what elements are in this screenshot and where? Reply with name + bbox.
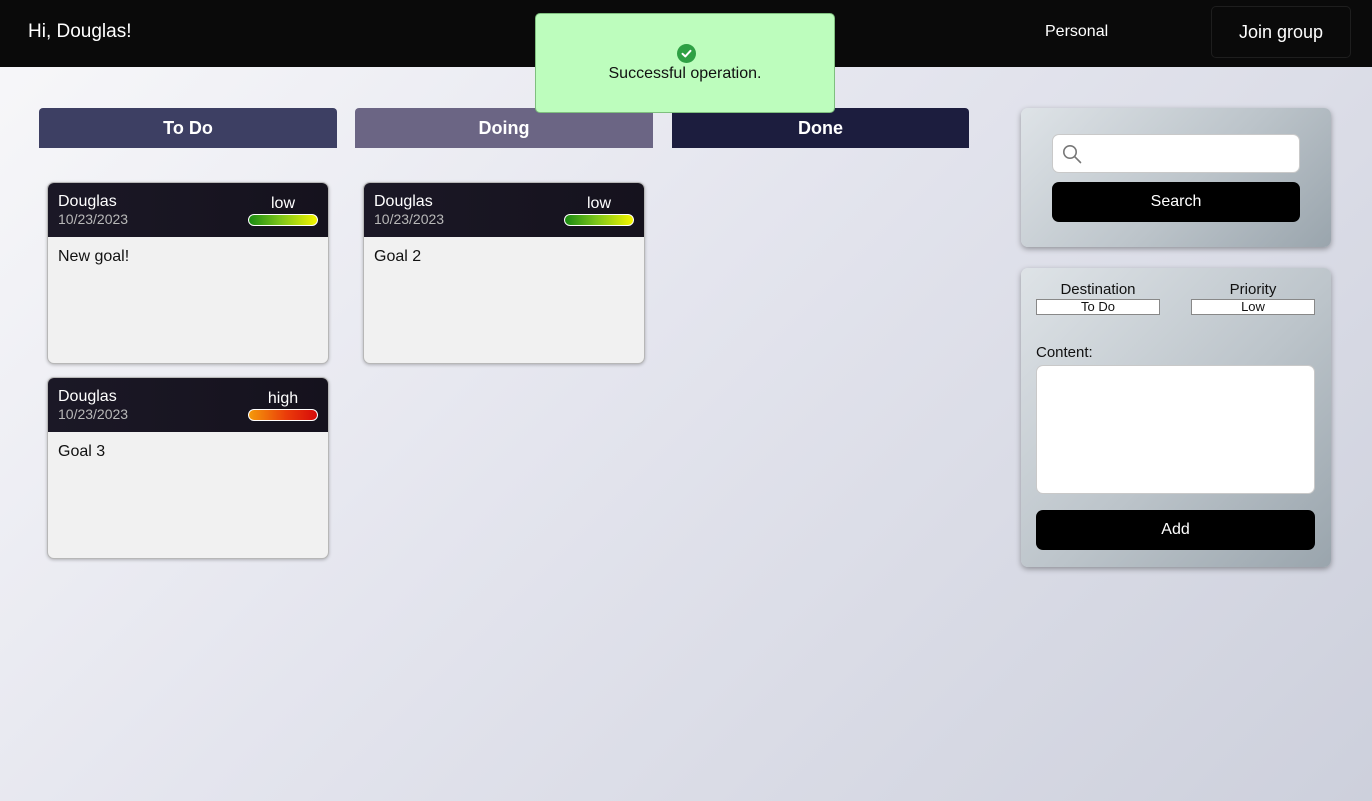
card-header: Douglas 10/23/2023 low bbox=[48, 183, 328, 237]
card-author: Douglas bbox=[58, 193, 117, 210]
column-header-done[interactable]: Done bbox=[672, 108, 969, 148]
card-content: Goal 3 bbox=[58, 443, 106, 460]
card-date: 10/23/2023 bbox=[58, 406, 129, 422]
priority-label: low bbox=[586, 195, 611, 212]
join-group-button[interactable]: Join group bbox=[1211, 6, 1351, 58]
card-author: Douglas bbox=[58, 388, 117, 405]
check-circle-icon bbox=[677, 44, 696, 63]
card-date: 10/23/2023 bbox=[58, 211, 129, 227]
card-header: Douglas 10/23/2023 high bbox=[48, 378, 328, 432]
search-icon bbox=[1063, 145, 1082, 164]
priority-bar bbox=[248, 409, 318, 421]
column-header-todo[interactable]: To Do bbox=[39, 108, 337, 148]
goal-card[interactable]: Douglas 10/23/2023 low New goal! bbox=[47, 182, 329, 364]
priority-label: low bbox=[270, 195, 295, 212]
priority-bar bbox=[248, 214, 318, 226]
content-textarea[interactable] bbox=[1036, 365, 1315, 494]
success-toast: Successful operation. bbox=[535, 13, 835, 113]
column-header-doing[interactable]: Doing bbox=[355, 108, 653, 148]
content-label: Content: bbox=[1036, 344, 1093, 361]
destination-label: Destination bbox=[1060, 281, 1136, 298]
card-date: 10/23/2023 bbox=[374, 211, 445, 227]
card-content: New goal! bbox=[58, 248, 130, 265]
search-button[interactable]: Search bbox=[1052, 182, 1300, 222]
priority-bar bbox=[564, 214, 634, 226]
toast-message: Successful operation. bbox=[608, 65, 762, 82]
card-content: Goal 2 bbox=[374, 248, 422, 265]
greeting-text: Hi, Douglas! bbox=[28, 21, 132, 42]
card-author: Douglas bbox=[374, 193, 433, 210]
search-panel: Search bbox=[1021, 108, 1331, 247]
priority-label: high bbox=[267, 390, 299, 407]
search-field[interactable] bbox=[1052, 134, 1300, 173]
priority-select[interactable]: Low bbox=[1191, 299, 1315, 315]
card-header: Douglas 10/23/2023 low bbox=[364, 183, 644, 237]
priority-select-label: Priority bbox=[1229, 281, 1277, 298]
nav-personal-link[interactable]: Personal bbox=[1045, 23, 1108, 41]
goal-card[interactable]: Douglas 10/23/2023 high Goal 3 bbox=[47, 377, 329, 559]
destination-select[interactable]: To Do bbox=[1036, 299, 1160, 315]
search-input[interactable] bbox=[1091, 139, 1291, 169]
add-button[interactable]: Add bbox=[1036, 510, 1315, 550]
add-goal-panel: Destination Priority To Do Low Content: … bbox=[1021, 268, 1331, 567]
goal-card[interactable]: Douglas 10/23/2023 low Goal 2 bbox=[363, 182, 645, 364]
